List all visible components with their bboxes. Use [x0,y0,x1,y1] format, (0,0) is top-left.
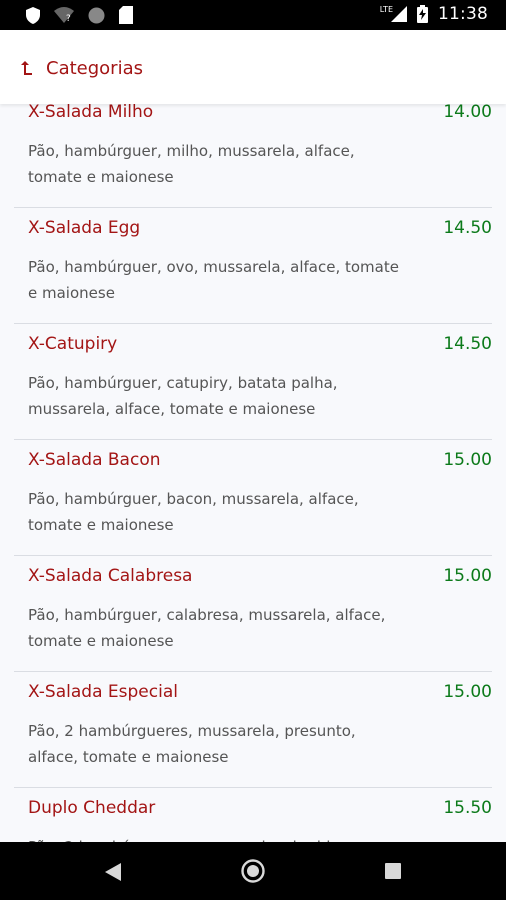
status-right-icons: LTE 11:38 [380,4,488,24]
item-name: X-Salada Bacon [28,450,161,470]
item-price: 15.50 [443,798,492,818]
list-item[interactable]: X-Salada Bacon 15.00 Pão, hambúrguer, ba… [14,440,492,556]
item-name: Duplo Cheddar [28,798,156,818]
page-title: Categorias [46,58,143,79]
cell-signal-icon [391,6,407,22]
item-description: Pão, hambúrguer, catupiry, batata palha,… [28,374,338,418]
status-bar: ? LTE 11:38 [0,0,506,30]
item-description: Pão, hambúrguer, milho, mussarela, alfac… [28,142,355,186]
item-price: 15.00 [443,682,492,702]
status-time: 11:38 [438,4,488,24]
home-circle-icon[interactable] [241,859,265,883]
item-price: 15.00 [443,450,492,470]
item-description: Pão, 2 hambúrgueres, mussarela, cheddar [28,834,408,842]
item-description: Pão, hambúrguer, ovo, mussarela, alface,… [28,258,399,302]
item-description: Pão, hambúrguer, calabresa, mussarela, a… [28,606,386,650]
list-item[interactable]: X-Salada Calabresa 15.00 Pão, hambúrguer… [14,556,492,672]
back-triangle-icon[interactable] [104,862,122,882]
item-price: 14.50 [443,334,492,354]
list-item[interactable]: X-Salada Egg 14.50 Pão, hambúrguer, ovo,… [14,208,492,324]
status-left-icons: ? [26,6,133,24]
circle-icon [88,7,105,23]
app-bar: Categorias [0,30,506,104]
back-arrow-icon[interactable] [18,58,38,78]
list-item[interactable]: Duplo Cheddar 15.50 Pão, 2 hambúrgueres,… [14,788,492,842]
item-name: X-Salada Calabresa [28,566,193,586]
list-item[interactable]: X-Salada Especial 15.00 Pão, 2 hambúrgue… [14,672,492,788]
wifi-question-icon: ? [54,7,74,23]
svg-text:?: ? [66,14,71,23]
item-name: X-Catupiry [28,334,118,354]
sd-card-icon [119,6,133,24]
item-price: 14.50 [443,218,492,238]
item-description: Pão, hambúrguer, bacon, mussarela, alfac… [28,490,359,534]
shield-icon [26,6,40,24]
item-name: X-Salada Egg [28,218,141,238]
item-name: X-Salada Milho [28,104,154,122]
recents-square-icon[interactable] [385,863,401,879]
item-name: X-Salada Especial [28,682,178,702]
system-nav-bar [0,842,506,900]
menu-list: X-Salada Milho 14.00 Pão, hambúrguer, mi… [14,104,492,842]
battery-charging-icon [417,5,428,23]
item-description: Pão, 2 hambúrgueres, mussarela, presunto… [28,722,356,766]
menu-list-container[interactable]: X-Salada Milho 14.00 Pão, hambúrguer, mi… [0,104,506,842]
list-item[interactable]: X-Salada Milho 14.00 Pão, hambúrguer, mi… [14,104,492,208]
item-price: 15.00 [443,566,492,586]
network-type: LTE [379,4,393,14]
item-price: 14.00 [443,104,492,122]
list-item[interactable]: X-Catupiry 14.50 Pão, hambúrguer, catupi… [14,324,492,440]
